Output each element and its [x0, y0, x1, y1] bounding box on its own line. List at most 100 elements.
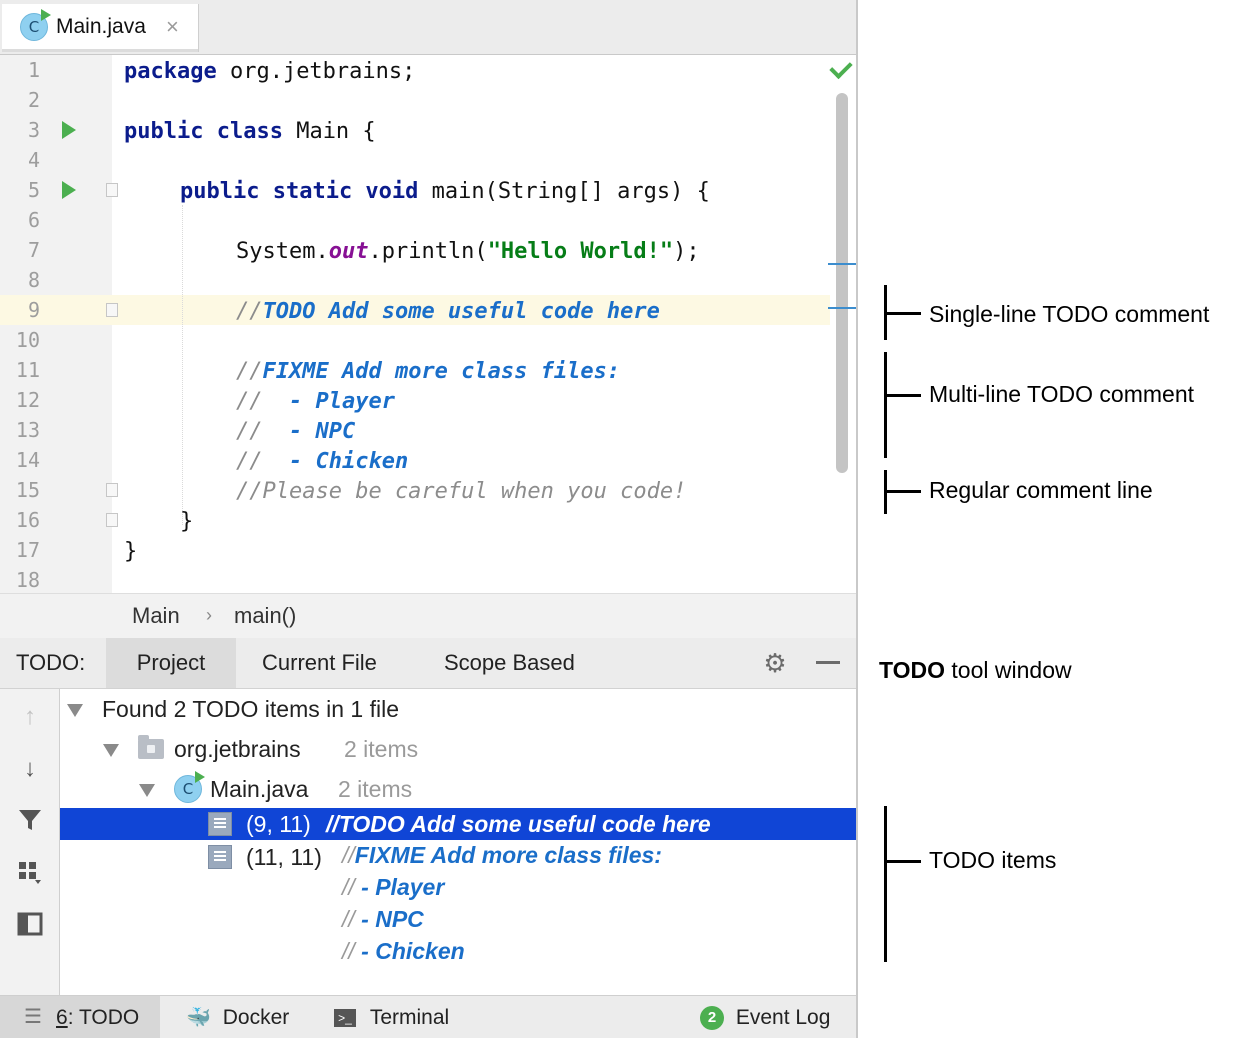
editor-scrollbar[interactable]	[836, 93, 848, 473]
breadcrumb-method[interactable]: main()	[234, 603, 296, 629]
line-number[interactable]: 8	[0, 265, 40, 295]
code-line-15-comment: //Please be careful when you code!	[236, 479, 687, 504]
tab-project[interactable]: Project	[106, 638, 236, 688]
editor-tab-bar: C Main.java ×	[0, 0, 856, 55]
code-line-17: }	[124, 539, 138, 564]
no-problems-check-icon[interactable]	[829, 55, 853, 80]
annotation-single-line: Single-line TODO comment	[929, 301, 1210, 327]
gutter-row: 10	[0, 325, 112, 355]
line-number[interactable]: 17	[0, 535, 40, 565]
editor-tab-main-java[interactable]: C Main.java ×	[2, 4, 199, 52]
line-number[interactable]: 9	[0, 295, 40, 325]
line-number[interactable]: 14	[0, 445, 40, 475]
status-todo-button[interactable]: ☰ 6: TODO	[0, 996, 160, 1038]
fold-marker-icon[interactable]	[106, 483, 118, 497]
gutter-row: 2	[0, 85, 112, 115]
todo-item-text: TODO Add some useful code here	[338, 811, 711, 837]
code-line-3: public class Main {	[124, 119, 376, 144]
breadcrumb-class[interactable]: Main	[132, 603, 180, 629]
line-number[interactable]: 6	[0, 205, 40, 235]
status-docker-button[interactable]: 🐳 Docker	[186, 996, 289, 1038]
annotation-tick	[887, 490, 921, 493]
annotation-tick	[887, 394, 921, 397]
todo-marker-stripe[interactable]	[828, 307, 856, 309]
annotation-tool-window: TODO tool window	[879, 657, 1072, 683]
code-line-16: }	[180, 509, 194, 534]
line-number[interactable]: 12	[0, 385, 40, 415]
code-line-13: // - NPC	[236, 419, 356, 444]
line-number[interactable]: 11	[0, 355, 40, 385]
todo-item-line: // - Player	[342, 874, 445, 900]
line-number[interactable]: 16	[0, 505, 40, 535]
arrow-down-icon[interactable]: ↓	[17, 755, 43, 783]
line-number[interactable]: 5	[0, 175, 40, 205]
line-number[interactable]: 7	[0, 235, 40, 265]
status-event-log-button[interactable]: 2 Event Log	[700, 996, 830, 1038]
status-terminal-button[interactable]: >_ Terminal	[334, 996, 449, 1038]
package-folder-icon	[138, 735, 164, 759]
package-count: 2 items	[344, 736, 419, 762]
code-editor[interactable]: 1 2 3 4 5 6 7 8 9 10 11 12 13 14 15 16 17 18 package org.…	[0, 55, 856, 593]
todo-item-icon	[208, 812, 232, 836]
gutter-row: 11	[0, 355, 112, 385]
expand-triangle-icon[interactable]	[103, 744, 119, 757]
todo-tool-window-header: TODO: Project Current File Scope Based ⚙	[0, 638, 856, 689]
gutter-row: 12	[0, 385, 112, 415]
package-name: org.jetbrains	[174, 736, 301, 762]
code-line-11-fixme: //FIXME Add more class files:	[236, 359, 621, 384]
line-number[interactable]: 15	[0, 475, 40, 505]
expand-triangle-icon[interactable]	[67, 704, 83, 717]
tab-project-label: Project	[136, 650, 206, 675]
todo-tree[interactable]: Found 2 TODO items in 1 file org.jetbrai…	[60, 689, 856, 995]
terminal-icon: >_	[334, 1009, 356, 1028]
gear-icon[interactable]: ⚙	[762, 650, 788, 676]
preview-panel-icon[interactable]	[17, 911, 43, 939]
arrow-up-icon[interactable]: ↑	[17, 703, 43, 731]
gutter-row: 4	[0, 145, 112, 175]
filter-icon[interactable]	[17, 807, 43, 835]
code-line-14: // - Chicken	[236, 449, 409, 474]
todo-item-selected[interactable]: (9, 11) //TODO Add some useful code here	[60, 808, 856, 840]
todo-button-label: : TODO	[67, 1006, 140, 1029]
line-number[interactable]: 4	[0, 145, 40, 175]
line-number[interactable]: 1	[0, 55, 40, 85]
line-number[interactable]: 3	[0, 115, 40, 145]
code-line-5: public static void main(String[] args) {	[180, 179, 710, 204]
annotation-tick	[887, 312, 921, 315]
ide-window: C Main.java × 1 2 3 4 5 6 7 8 9 10 11 12 13 14 15 16 17 1…	[0, 0, 858, 1038]
tree-root-node[interactable]: Found 2 TODO items in 1 file	[60, 691, 856, 727]
fold-marker-icon[interactable]	[106, 513, 118, 527]
line-number[interactable]: 2	[0, 85, 40, 115]
event-log-label: Event Log	[735, 1006, 831, 1029]
tab-current-file-label: Current File	[262, 650, 377, 675]
line-number[interactable]: 10	[0, 325, 40, 355]
list-icon: ☰	[24, 1006, 42, 1028]
file-count: 2 items	[338, 776, 413, 802]
tab-scope-based[interactable]: Scope Based	[444, 638, 575, 688]
docker-label: Docker	[222, 1006, 290, 1029]
group-by-icon[interactable]	[17, 859, 43, 887]
gutter-row: 9	[0, 295, 118, 325]
java-class-icon: C	[174, 771, 205, 803]
code-line-1: package org.jetbrains;	[124, 59, 416, 84]
todo-item[interactable]: (11, 11) //FIXME Add more class files: /…	[60, 839, 856, 971]
tab-current-file[interactable]: Current File	[262, 638, 377, 688]
minimize-icon[interactable]	[816, 661, 840, 664]
tree-file-node[interactable]: C Main.java 2 items	[60, 771, 856, 807]
close-tab-icon[interactable]: ×	[166, 14, 179, 40]
annotation-multi-line: Multi-line TODO comment	[929, 381, 1194, 407]
run-icon[interactable]	[62, 121, 76, 139]
todo-toolbar: ↑ ↓	[0, 689, 60, 995]
fold-marker-icon[interactable]	[106, 183, 118, 197]
terminal-label: Terminal	[369, 1006, 450, 1029]
run-icon[interactable]	[62, 181, 76, 199]
fold-marker-icon[interactable]	[106, 303, 118, 317]
code-area[interactable]: package org.jetbrains; public class Main…	[124, 55, 824, 593]
expand-triangle-icon[interactable]	[139, 784, 155, 797]
todo-item-position: (11, 11)	[246, 844, 322, 870]
todo-marker-stripe[interactable]	[828, 263, 856, 265]
todo-shortcut-number: 6	[56, 1006, 68, 1029]
line-number[interactable]: 13	[0, 415, 40, 445]
line-number[interactable]: 18	[0, 565, 40, 593]
tree-package-node[interactable]: org.jetbrains 2 items	[60, 731, 856, 767]
